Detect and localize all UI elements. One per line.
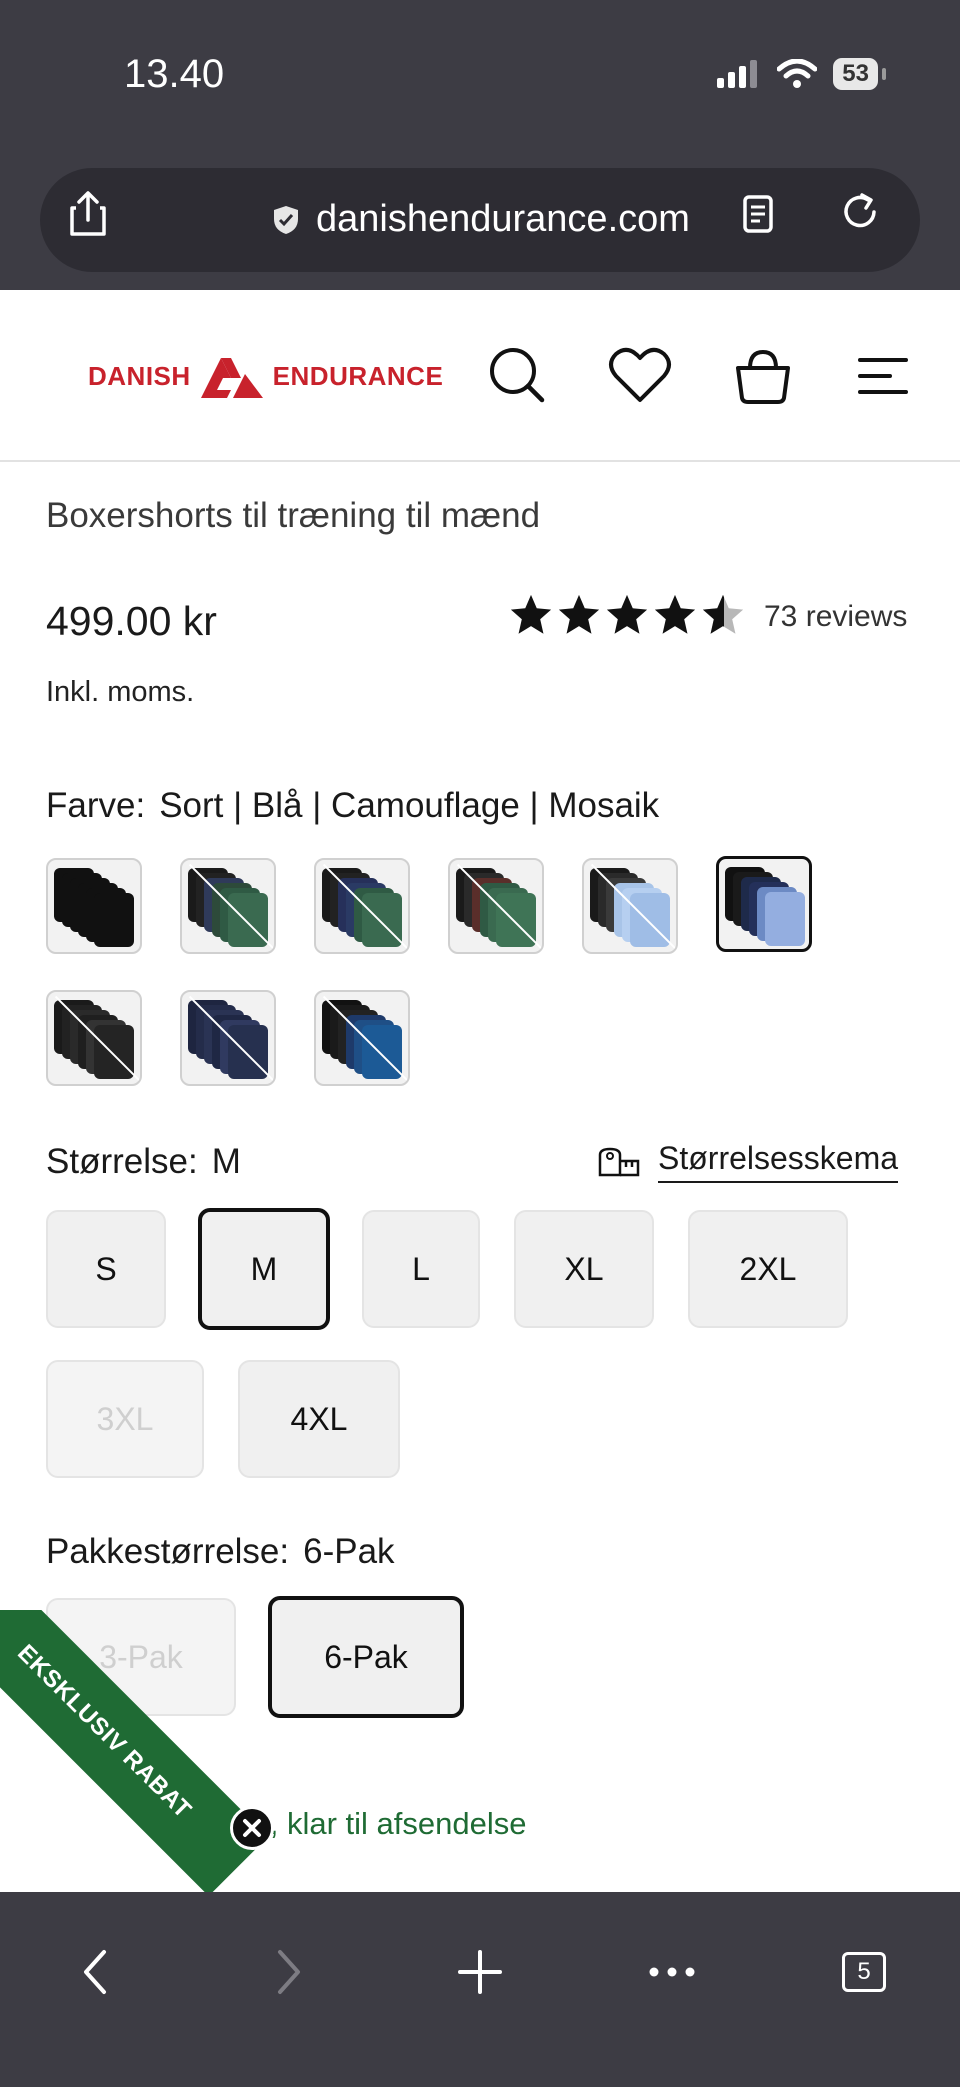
- size-option-label: XL: [564, 1250, 604, 1287]
- site-header: DANISH ENDURANCE: [0, 290, 960, 462]
- promo-ribbon[interactable]: EKSKLUSIV RABAT: [0, 1610, 260, 1894]
- reviews-link[interactable]: 73 reviews: [764, 600, 907, 634]
- tabs-button[interactable]: 5: [842, 1952, 886, 1992]
- search-icon[interactable]: [488, 346, 546, 404]
- reload-icon[interactable]: [840, 192, 880, 232]
- vat-note: Inkl. moms.: [46, 676, 195, 708]
- logo-text-left: DANISH: [88, 360, 191, 391]
- color-swatch-navy[interactable]: [180, 990, 276, 1086]
- size-option-label: S: [95, 1250, 117, 1287]
- status-time: 13.40: [124, 52, 225, 96]
- address-bar[interactable]: danishendurance.com: [40, 168, 920, 272]
- pack-value: 6-Pak: [303, 1532, 395, 1571]
- url-text[interactable]: danishendurance.com: [316, 198, 690, 241]
- size-option-label: M: [250, 1250, 278, 1287]
- signal-icon: [717, 60, 758, 88]
- shield-icon: [274, 206, 298, 234]
- pack-option-label: 6-Pak: [324, 1638, 408, 1675]
- size-label-text: Størrelse:: [46, 1142, 198, 1181]
- basket-icon[interactable]: [734, 346, 792, 406]
- color-swatch-black-navy-green[interactable]: [314, 858, 410, 954]
- size-option-label: 2XL: [739, 1250, 797, 1287]
- swatch-thumbnail: [94, 893, 134, 947]
- pack-option-6[interactable]: 6-Pak: [268, 1596, 464, 1718]
- size-option-label: L: [412, 1250, 430, 1287]
- ruler-icon: [598, 1147, 640, 1176]
- color-swatch-black-blue[interactable]: [314, 990, 410, 1086]
- star-icon: [510, 594, 552, 634]
- browser-toolbar: 5: [0, 1892, 960, 2087]
- size-option-label: 4XL: [290, 1400, 348, 1437]
- product-title: Boxershorts til træning til mænd: [46, 496, 541, 535]
- star-icon: [558, 594, 600, 634]
- pack-label: Pakkestørrelse: 6-Pak: [46, 1532, 395, 1572]
- size-label: Størrelse: M: [46, 1142, 241, 1182]
- pack-label-text: Pakkestørrelse:: [46, 1532, 290, 1571]
- size-option-3xl[interactable]: 3XL: [46, 1360, 204, 1478]
- logo-text-right: ENDURANCE: [272, 360, 444, 391]
- new-tab-icon[interactable]: [456, 1948, 504, 1996]
- wifi-icon: [777, 59, 818, 88]
- product-price: 499.00 kr: [46, 598, 217, 644]
- share-icon[interactable]: [68, 190, 108, 238]
- browser-top-chrome: 13.40 53 danishendurance.com: [0, 0, 960, 290]
- size-option-xl[interactable]: XL: [514, 1210, 654, 1328]
- star-icon: [606, 594, 648, 634]
- more-icon[interactable]: [648, 1966, 696, 1978]
- logo-mark-icon: [200, 358, 263, 398]
- color-swatch-black-6[interactable]: [46, 858, 142, 954]
- size-option-s[interactable]: S: [46, 1210, 166, 1328]
- size-option-m[interactable]: M: [198, 1208, 330, 1330]
- rating-stars[interactable]: [508, 592, 746, 638]
- size-guide-link[interactable]: Størrelsesskema: [598, 1140, 899, 1183]
- brand-logo[interactable]: DANISH ENDURANCE: [88, 352, 443, 400]
- size-guide-label: Størrelsesskema: [658, 1140, 899, 1183]
- size-option-label: 3XL: [96, 1400, 154, 1437]
- color-swatch-black-mosaic[interactable]: [582, 858, 678, 954]
- size-value: M: [211, 1142, 241, 1181]
- close-icon: [243, 1819, 261, 1837]
- forward-icon[interactable]: [274, 1948, 304, 1996]
- color-swatch-black-blue-mosaic[interactable]: [716, 856, 812, 952]
- menu-icon[interactable]: [858, 356, 908, 396]
- back-icon[interactable]: [80, 1948, 110, 1996]
- color-value: Sort | Blå | Camouflage | Mosaik: [159, 786, 660, 825]
- color-label-text: Farve:: [46, 786, 146, 825]
- promo-ribbon-text: EKSKLUSIV RABAT: [12, 1639, 197, 1824]
- color-swatch-black-mixed[interactable]: [46, 990, 142, 1086]
- reader-icon[interactable]: [742, 194, 774, 234]
- color-label: Farve: Sort | Blå | Camouflage | Mosaik: [46, 786, 659, 826]
- size-option-2xl[interactable]: 2XL: [688, 1210, 848, 1328]
- size-option-4xl[interactable]: 4XL: [238, 1360, 400, 1478]
- size-option-l[interactable]: L: [362, 1210, 480, 1328]
- color-swatch-black-blue-green[interactable]: [180, 858, 276, 954]
- star-icon: [654, 594, 696, 634]
- star-half-icon: [702, 594, 744, 634]
- battery-indicator: 53: [833, 58, 886, 90]
- swatch-thumbnail: [765, 892, 805, 946]
- heart-icon[interactable]: [608, 346, 672, 404]
- color-swatch-black-green[interactable]: [448, 858, 544, 954]
- close-ribbon-button[interactable]: [230, 1806, 274, 1850]
- status-icons: 53: [717, 58, 886, 90]
